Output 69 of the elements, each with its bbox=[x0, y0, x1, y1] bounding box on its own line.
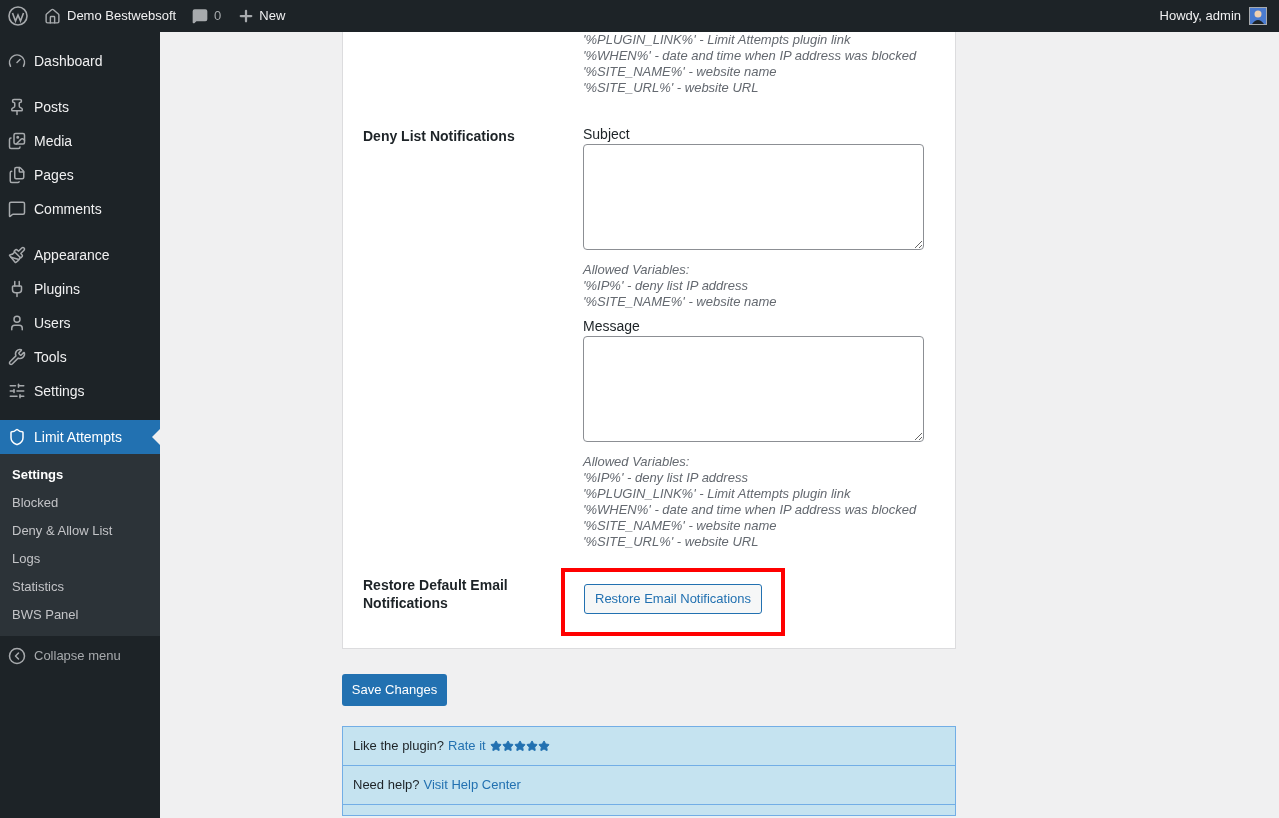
star-icon bbox=[525, 740, 538, 752]
home-icon[interactable] bbox=[44, 7, 61, 25]
comment-icon[interactable] bbox=[192, 8, 209, 24]
info-link[interactable]: Rate it bbox=[448, 736, 486, 756]
hint-line: '%PLUGIN_LINK%' - Limit Attempts plugin link bbox=[583, 486, 852, 502]
rating-stars[interactable] bbox=[489, 740, 550, 752]
field-label: Subject bbox=[583, 126, 631, 142]
shield-icon bbox=[8, 428, 26, 446]
submenu-item[interactable]: Logs bbox=[0, 545, 160, 573]
submenu-item[interactable]: Deny & Allow List bbox=[0, 517, 160, 545]
dashboard-icon bbox=[8, 52, 26, 70]
hint-line: '%PLUGIN_LINK%' - Limit Attempts plugin link bbox=[583, 32, 852, 48]
hint-title: Allowed Variables: bbox=[583, 262, 691, 278]
save-button[interactable]: Save Changes bbox=[342, 674, 447, 706]
comment-icon bbox=[8, 200, 26, 218]
text-area[interactable] bbox=[583, 144, 924, 250]
menu-item[interactable]: Posts bbox=[0, 90, 160, 124]
row-label: Deny List Notifications bbox=[362, 127, 516, 146]
star-icon bbox=[513, 740, 526, 752]
collapse-icon bbox=[8, 647, 26, 665]
current-pointer-icon bbox=[152, 429, 160, 445]
hint-line: '%SITE_NAME%' - website name bbox=[583, 294, 778, 310]
menu-item[interactable]: Plugins bbox=[0, 272, 160, 306]
menu-item[interactable]: Limit Attempts bbox=[0, 420, 160, 454]
submenu-item[interactable]: BWS Panel bbox=[0, 601, 160, 629]
info-link[interactable]: Visit Help Center bbox=[423, 775, 521, 795]
greeting-link[interactable]: Howdy, admin bbox=[1159, 6, 1241, 26]
menu-item[interactable]: Dashboard bbox=[0, 44, 160, 78]
submenu-item[interactable]: Statistics bbox=[0, 573, 160, 601]
menu-item[interactable]: Appearance bbox=[0, 238, 160, 272]
menu-item[interactable]: Media bbox=[0, 124, 160, 158]
star-icon bbox=[501, 740, 514, 752]
info-text: Need help? bbox=[353, 776, 420, 795]
pages-icon bbox=[8, 166, 26, 184]
avatar-icon[interactable] bbox=[1249, 7, 1267, 25]
hint-line: '%IP%' - deny list IP address bbox=[583, 470, 749, 486]
hint-line: '%SITE_NAME%' - website name bbox=[583, 64, 778, 80]
hint-line: '%IP%' - deny list IP address bbox=[583, 278, 749, 294]
restore-button[interactable]: Restore Email Notifications bbox=[584, 584, 763, 614]
hint-line: '%SITE_NAME%' - website name bbox=[583, 518, 778, 534]
hint-line: '%WHEN%' - date and time when IP address was blocked bbox=[583, 48, 918, 64]
star-icon bbox=[489, 740, 502, 752]
submenu-item[interactable]: Blocked bbox=[0, 489, 160, 517]
logo-icon[interactable] bbox=[8, 6, 28, 26]
menu-item[interactable]: Settings bbox=[0, 374, 160, 408]
text-area[interactable] bbox=[583, 336, 924, 442]
collapse-menu-button[interactable]: Collapse menu bbox=[0, 640, 160, 672]
media-icon bbox=[8, 132, 26, 150]
hint-title: Allowed Variables: bbox=[583, 454, 691, 470]
user-icon bbox=[8, 314, 26, 332]
hint-line: '%SITE_URL%' - website URL bbox=[583, 80, 760, 96]
comment-count[interactable]: 0 bbox=[214, 6, 222, 26]
brush-icon bbox=[8, 246, 26, 264]
sliders-icon bbox=[8, 382, 26, 400]
submenu-item[interactable]: Settings bbox=[0, 461, 160, 489]
new-link[interactable]: New bbox=[259, 6, 286, 26]
hint-line: '%SITE_URL%' - website URL bbox=[583, 534, 760, 550]
star-icon bbox=[537, 740, 550, 752]
wrench-icon bbox=[8, 348, 26, 366]
menu-item[interactable]: Pages bbox=[0, 158, 160, 192]
row-label: Restore Default Email Notifications bbox=[362, 576, 509, 613]
menu-item[interactable]: Users bbox=[0, 306, 160, 340]
hint-line: '%WHEN%' - date and time when IP address was blocked bbox=[583, 502, 918, 518]
field-label: Message bbox=[583, 318, 641, 334]
pin-icon bbox=[8, 98, 26, 116]
menu-item[interactable]: Tools bbox=[0, 340, 160, 374]
menu-item[interactable]: Comments bbox=[0, 192, 160, 226]
site-name-link[interactable]: Demo Bestwebsoft bbox=[67, 6, 177, 26]
info-text: Like the plugin? bbox=[353, 737, 445, 756]
